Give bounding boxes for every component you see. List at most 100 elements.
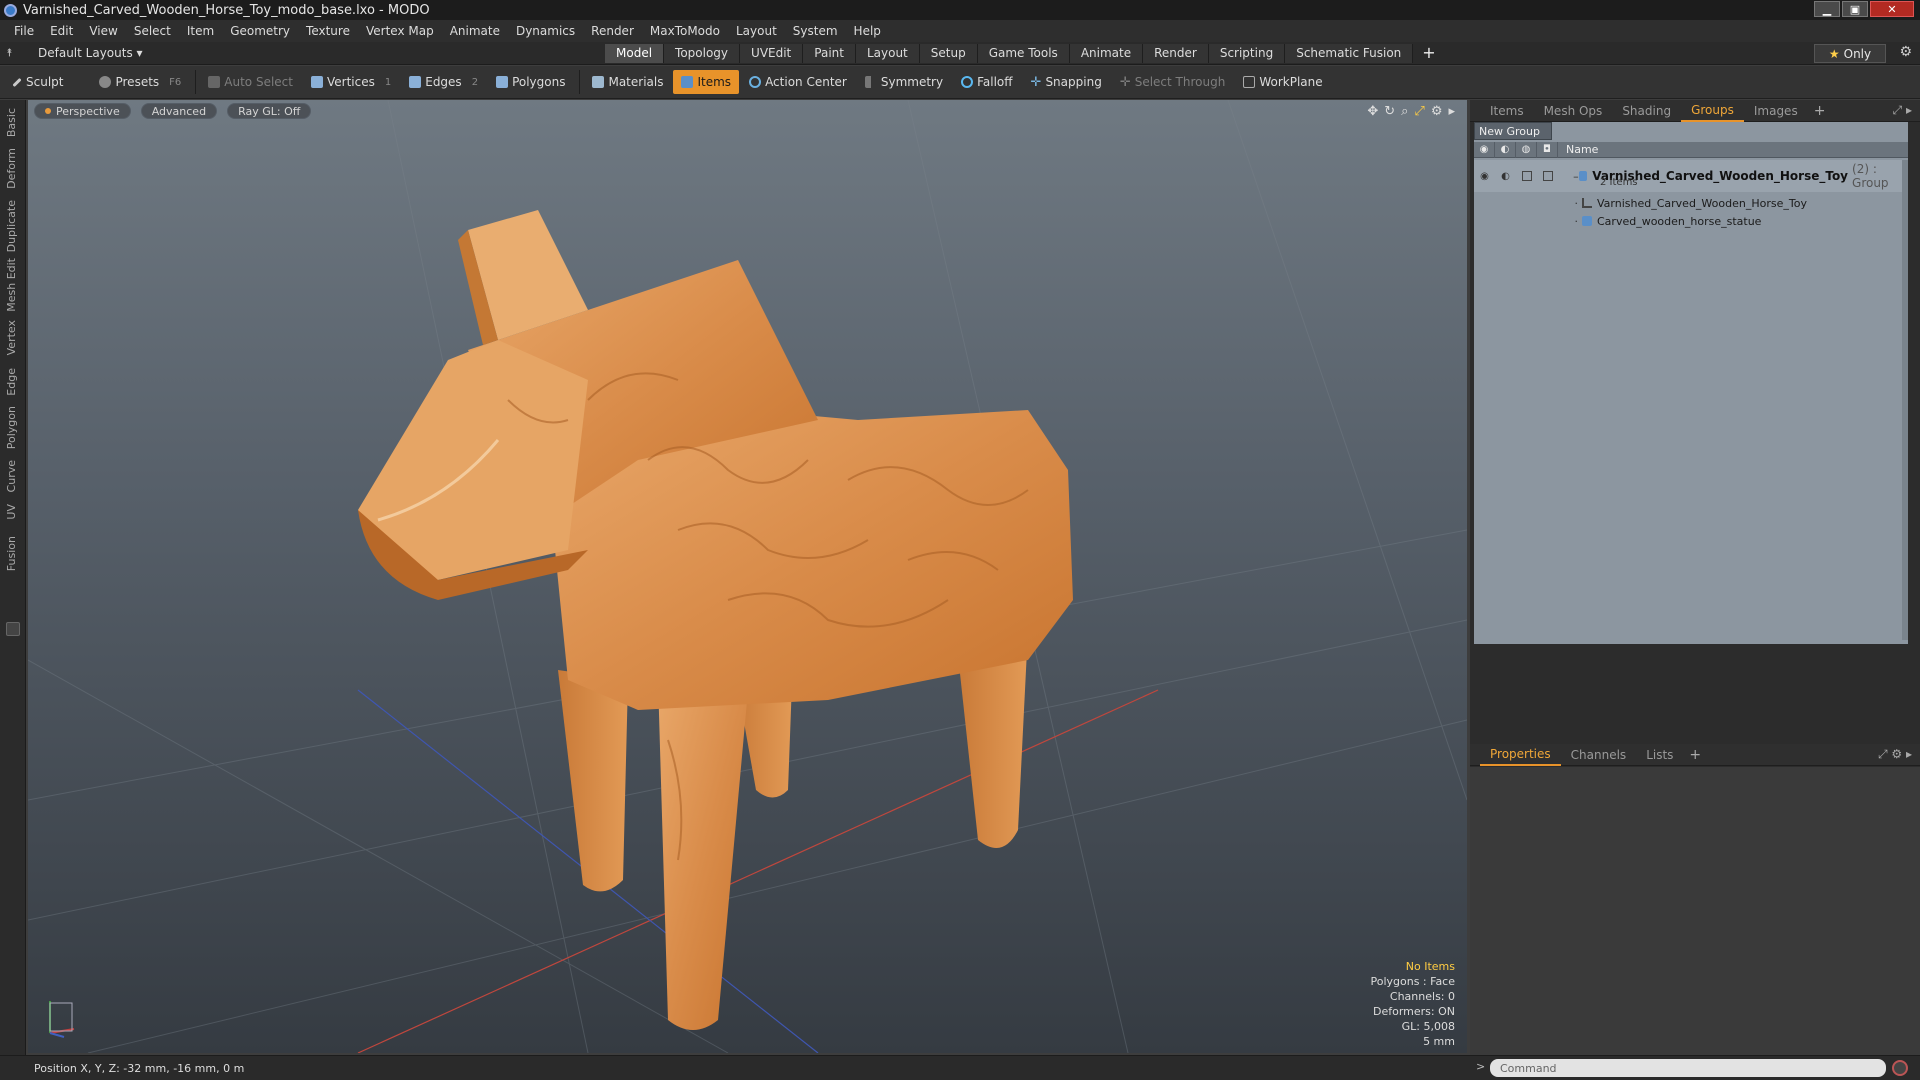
menu-geometry[interactable]: Geometry: [222, 24, 298, 38]
menu-file[interactable]: File: [6, 24, 42, 38]
left-tab-edge[interactable]: Edge: [5, 368, 18, 396]
viewport-menu-arrow-icon[interactable]: ▸: [1448, 104, 1455, 119]
select-column-icon[interactable]: ◘: [1537, 141, 1558, 158]
tab-paint[interactable]: Paint: [803, 44, 856, 63]
tab-schematic-fusion[interactable]: Schematic Fusion: [1285, 44, 1414, 63]
materials-button[interactable]: Materials: [584, 70, 671, 94]
group-row[interactable]: ◉ ◐ – Varnished_Carved_Wooden_Horse_Toy …: [1474, 160, 1908, 192]
sculpt-button[interactable]: Sculpt: [4, 70, 71, 94]
tab-properties[interactable]: Properties: [1480, 744, 1561, 766]
groups-scrollbar[interactable]: [1902, 160, 1908, 640]
list-item[interactable]: · Varnished_Carved_Wooden_Horse_Toy: [1474, 194, 1908, 212]
pan-icon[interactable]: ✥: [1367, 104, 1378, 119]
deformers-info: Deformers: ON: [1373, 1005, 1455, 1018]
eye-icon[interactable]: ◉: [1474, 167, 1495, 185]
tab-game-tools[interactable]: Game Tools: [977, 44, 1070, 63]
menu-texture[interactable]: Texture: [298, 24, 358, 38]
expand-toolbox-icon[interactable]: [6, 622, 20, 636]
menu-select[interactable]: Select: [126, 24, 179, 38]
items-button[interactable]: Items: [673, 70, 740, 94]
tab-mesh-ops[interactable]: Mesh Ops: [1534, 100, 1613, 122]
left-tab-basic[interactable]: Basic: [5, 108, 18, 137]
add-tab-icon[interactable]: +: [1683, 747, 1707, 763]
add-tab-icon[interactable]: +: [1413, 44, 1444, 63]
left-tab-deform[interactable]: Deform: [5, 148, 18, 189]
properties-panel: [1470, 767, 1920, 1055]
tab-animate[interactable]: Animate: [1069, 44, 1144, 63]
falloff-button[interactable]: Falloff: [953, 70, 1020, 94]
layout-up-icon[interactable]: ⯭: [6, 46, 22, 60]
tab-lists[interactable]: Lists: [1636, 744, 1683, 766]
perspective-button[interactable]: Perspective: [34, 103, 131, 119]
render-toggle-icon[interactable]: ◐: [1495, 167, 1516, 185]
3d-viewport[interactable]: Perspective Advanced Ray GL: Off ✥ ↻ ⌕ ⤢…: [28, 100, 1467, 1053]
left-tab-fusion[interactable]: Fusion: [5, 536, 18, 571]
menu-vertex-map[interactable]: Vertex Map: [358, 24, 442, 38]
lock-checkbox[interactable]: [1516, 167, 1537, 185]
name-column-header[interactable]: Name: [1558, 143, 1598, 156]
minimize-button[interactable]: ▁: [1814, 1, 1840, 17]
snapping-button[interactable]: ✛ Snapping: [1023, 70, 1110, 94]
select-through-button[interactable]: ✛ Select Through: [1112, 70, 1234, 94]
shading-button[interactable]: Advanced: [140, 103, 218, 119]
gear-icon[interactable]: ⚙: [1899, 44, 1912, 60]
menu-animate[interactable]: Animate: [442, 24, 508, 38]
menu-maxtomodo[interactable]: MaxToModo: [642, 24, 728, 38]
left-tab-duplicate[interactable]: Duplicate: [5, 200, 18, 252]
select-checkbox[interactable]: [1537, 167, 1558, 185]
left-tab-uv[interactable]: UV: [5, 504, 18, 520]
maximize-button[interactable]: ▣: [1842, 1, 1868, 17]
symmetry-button[interactable]: Symmetry: [857, 70, 951, 94]
tab-images[interactable]: Images: [1744, 100, 1808, 122]
vertices-button[interactable]: Vertices 1: [303, 70, 399, 94]
tab-scripting[interactable]: Scripting: [1208, 44, 1286, 63]
viewport-gear-icon[interactable]: ⚙: [1431, 104, 1443, 119]
menu-edit[interactable]: Edit: [42, 24, 81, 38]
layouts-dropdown[interactable]: Default Layouts ▾: [38, 46, 143, 60]
tab-channels[interactable]: Channels: [1561, 744, 1637, 766]
panel-expand-icon[interactable]: ⤢ ⚙ ▸: [1878, 747, 1912, 762]
left-tab-vertex[interactable]: Vertex: [5, 320, 18, 355]
auto-select-button[interactable]: Auto Select: [200, 70, 301, 94]
menu-system[interactable]: System: [785, 24, 846, 38]
command-history-button[interactable]: [1892, 1060, 1908, 1076]
tab-topology[interactable]: Topology: [664, 44, 741, 63]
list-item[interactable]: · Carved_wooden_horse_statue: [1474, 212, 1908, 230]
visibility-column-icon[interactable]: ◉: [1474, 141, 1495, 158]
menu-help[interactable]: Help: [846, 24, 889, 38]
maximize-viewport-icon[interactable]: ⤢: [1414, 104, 1424, 119]
add-tab-icon[interactable]: +: [1808, 103, 1832, 119]
tab-render[interactable]: Render: [1143, 44, 1209, 63]
tab-layout[interactable]: Layout: [855, 44, 920, 63]
tab-groups[interactable]: Groups: [1681, 100, 1744, 122]
tab-model[interactable]: Model: [605, 44, 665, 63]
menu-dynamics[interactable]: Dynamics: [508, 24, 583, 38]
panel-expand-icon[interactable]: ⤢ ▸: [1893, 103, 1912, 118]
command-input[interactable]: Command: [1490, 1059, 1886, 1077]
zoom-icon[interactable]: ⌕: [1401, 104, 1408, 119]
menu-item[interactable]: Item: [179, 24, 222, 38]
render-column-icon[interactable]: ◐: [1495, 141, 1516, 158]
only-button[interactable]: ★ Only: [1814, 44, 1886, 63]
edges-button[interactable]: Edges 2: [401, 70, 486, 94]
left-tab-curve[interactable]: Curve: [5, 460, 18, 492]
raygl-button[interactable]: Ray GL: Off: [227, 103, 312, 119]
rotate-icon[interactable]: ↻: [1384, 104, 1395, 119]
lock-column-icon[interactable]: ◍: [1516, 141, 1537, 158]
menu-layout[interactable]: Layout: [728, 24, 785, 38]
left-tab-polygon[interactable]: Polygon: [5, 406, 18, 449]
tab-items[interactable]: Items: [1480, 100, 1534, 122]
tab-setup[interactable]: Setup: [919, 44, 978, 63]
collapse-icon[interactable]: –: [1558, 170, 1579, 183]
left-tab-mesh-edit[interactable]: Mesh Edit: [5, 258, 18, 312]
menu-view[interactable]: View: [81, 24, 125, 38]
polygons-button[interactable]: Polygons: [488, 70, 573, 94]
new-group-button[interactable]: New Group: [1474, 122, 1552, 140]
close-button[interactable]: ✕: [1870, 1, 1914, 17]
tab-uvedit[interactable]: UVEdit: [740, 44, 804, 63]
tab-shading[interactable]: Shading: [1612, 100, 1681, 122]
action-center-button[interactable]: Action Center: [741, 70, 855, 94]
menu-render[interactable]: Render: [583, 24, 642, 38]
workplane-button[interactable]: WorkPlane: [1235, 70, 1330, 94]
presets-button[interactable]: Presets F6: [91, 70, 189, 94]
